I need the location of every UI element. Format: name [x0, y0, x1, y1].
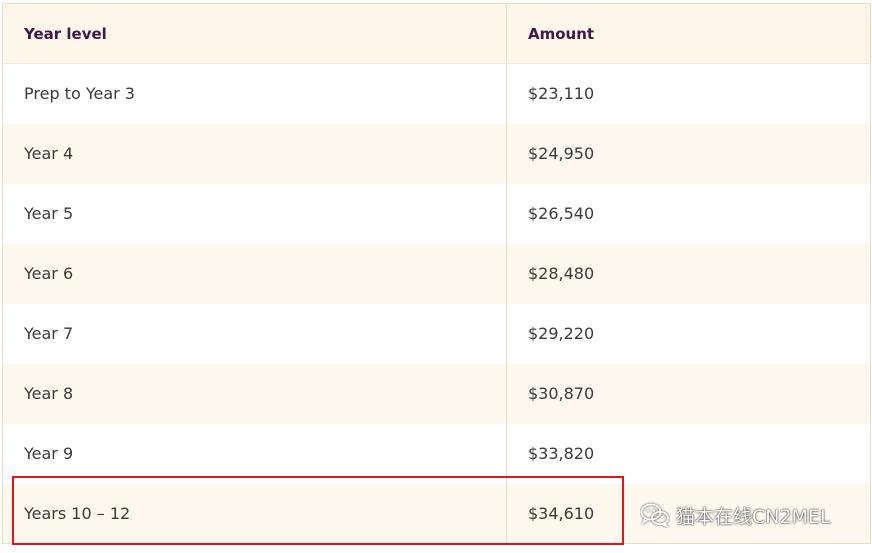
- table-row: Year 7 $29,220: [2, 303, 871, 364]
- fee-table: Year level Amount Prep to Year 3 $23,110…: [2, 3, 871, 544]
- year-level-cell: Year 4: [2, 123, 507, 184]
- amount-cell: $26,540: [506, 183, 871, 244]
- table-row: Year 6 $28,480: [2, 243, 871, 304]
- amount-cell: $33,820: [506, 423, 871, 484]
- year-level-cell: Year 6: [2, 243, 507, 304]
- table-row: Year 9 $33,820: [2, 423, 871, 484]
- year-level-cell: Prep to Year 3: [2, 63, 507, 124]
- year-level-cell: Year 7: [2, 303, 507, 364]
- year-level-cell: Year 5: [2, 183, 507, 244]
- header-year-level: Year level: [2, 3, 507, 64]
- year-level-cell: Year 8: [2, 363, 507, 424]
- amount-cell: $23,110: [506, 63, 871, 124]
- table-row: Year 4 $24,950: [2, 123, 871, 184]
- watermark: 猫本在线CN2MEL: [640, 500, 831, 530]
- amount-cell: $29,220: [506, 303, 871, 364]
- watermark-text: 猫本在线CN2MEL: [676, 505, 831, 528]
- table-row: Prep to Year 3 $23,110: [2, 63, 871, 124]
- year-level-cell: Years 10 – 12: [2, 483, 507, 544]
- amount-cell: $24,950: [506, 123, 871, 184]
- amount-cell: $28,480: [506, 243, 871, 304]
- table-header-row: Year level Amount: [2, 3, 871, 64]
- amount-cell: $30,870: [506, 363, 871, 424]
- header-amount: Amount: [506, 3, 871, 64]
- wechat-icon: [640, 502, 670, 528]
- table-row: Year 5 $26,540: [2, 183, 871, 244]
- table-row: Year 8 $30,870: [2, 363, 871, 424]
- year-level-cell: Year 9: [2, 423, 507, 484]
